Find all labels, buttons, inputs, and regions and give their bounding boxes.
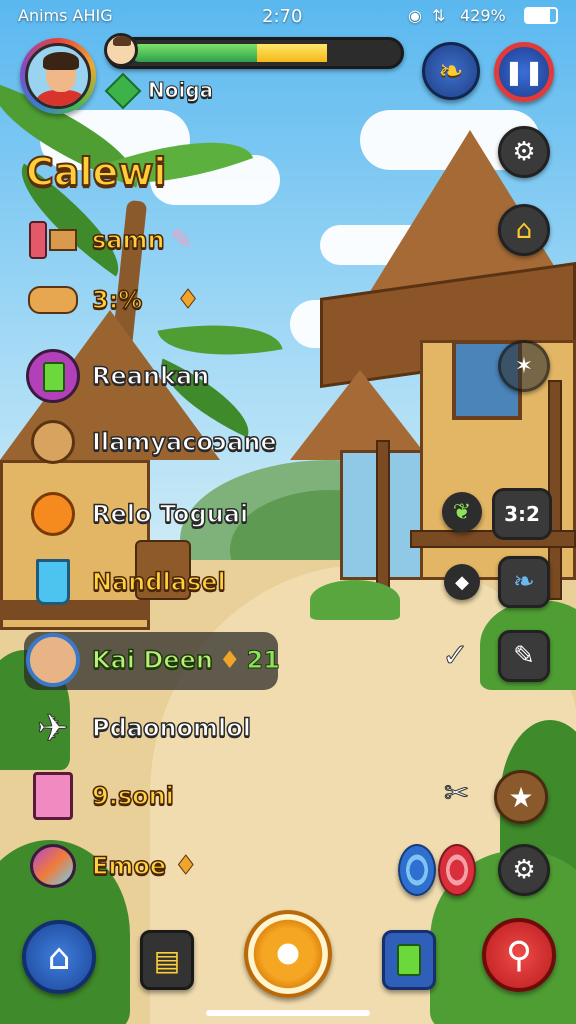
menu-item[interactable]: 9.soni — [24, 766, 175, 826]
menu-item-label: samn — [91, 225, 165, 255]
red-token-icon[interactable] — [438, 844, 476, 896]
currency-label: Noiga — [147, 78, 214, 103]
location-icon: ◉ — [408, 6, 422, 25]
menu-item-label: Ilamyacoɔane — [91, 427, 277, 457]
kite-icon: ✈ — [37, 706, 70, 751]
menu-item[interactable]: Relo Toguai — [24, 484, 249, 544]
sparkle-button[interactable]: ✶ — [498, 340, 550, 392]
menu-item[interactable]: Reankan — [24, 346, 210, 406]
candy-icon — [24, 837, 82, 895]
menu-item-label: Kai Deen — [91, 645, 213, 675]
favorite-button[interactable]: ★ — [494, 770, 548, 824]
check-icon[interactable]: ✓ — [442, 636, 470, 675]
menu-item[interactable]: samn ✎ — [24, 210, 192, 270]
menu-item[interactable]: Nandlasel — [24, 552, 227, 612]
wing-boost-button[interactable]: ❧ — [422, 42, 480, 100]
star-icon: ★ — [508, 780, 534, 814]
chat-button[interactable]: ✎ — [498, 630, 550, 682]
home-button[interactable]: ⌂ — [22, 920, 96, 994]
center-action-button[interactable] — [244, 910, 332, 998]
fries-icon: ▤ — [153, 943, 181, 977]
bottle-icon — [24, 211, 82, 269]
golden-wing-icon: ❧ — [438, 53, 464, 89]
counter-badge: 3:2 — [492, 488, 552, 540]
pause-button[interactable]: ❚❚ — [494, 42, 554, 102]
home-icon: ⌂ — [47, 936, 71, 978]
mini-avatar-icon — [104, 33, 138, 67]
coin-drop-icon: ♦ — [174, 851, 198, 882]
green-cup-icon — [24, 347, 82, 405]
search-icon: ⚲ — [505, 934, 533, 976]
options-button[interactable]: ⚙ — [498, 844, 550, 896]
fries-button[interactable]: ▤ — [140, 930, 194, 990]
home-indicator[interactable] — [206, 1010, 370, 1016]
menu-item-label: Nandlasel — [91, 567, 226, 597]
leaf-icon: ❦ — [452, 499, 472, 525]
upgrade-button[interactable]: ⌂ — [498, 204, 550, 256]
signal-icon: ⇅ — [432, 6, 446, 25]
gift-bag-icon — [24, 767, 82, 825]
menu-item-label: Relo Toguai — [91, 499, 249, 529]
coin-drop-icon: ♦ — [176, 285, 200, 316]
coin-drop-icon: ♦ — [218, 646, 241, 674]
menu-item[interactable]: 3:% ♦ — [24, 270, 200, 330]
orange-fruit-icon — [24, 485, 82, 543]
gear-icon: ⚙ — [512, 855, 536, 885]
menu-item-label: 3:% — [91, 285, 143, 315]
settings-button[interactable]: ⚙ — [498, 126, 550, 178]
menu-item-label: Pdaonomlol — [91, 713, 251, 743]
character-avatar-icon — [24, 631, 82, 689]
menu-title: Calewi — [25, 149, 167, 195]
sparkle-icon: ✶ — [514, 353, 534, 379]
green-cup-icon — [397, 944, 421, 976]
pencil-icon: ✎ — [170, 225, 193, 255]
bread-icon — [24, 271, 82, 329]
player-avatar[interactable] — [20, 38, 96, 114]
menu-item-selected[interactable]: Kai Deen ♦ 21 — [24, 630, 280, 690]
tools-icon[interactable]: ✂ — [443, 776, 469, 812]
menu-item[interactable]: Emoe ♦ — [24, 836, 198, 896]
battery-percent: 429% — [460, 6, 506, 25]
shop-button[interactable] — [382, 930, 436, 990]
drink-glass-icon — [24, 553, 82, 611]
menu-item-extra: 21 — [246, 646, 280, 675]
gear-icon: ⚙ — [512, 137, 536, 167]
menu-item[interactable]: ✈ Pdaonomlol — [24, 698, 252, 758]
menu-item-label: Reankan — [91, 361, 210, 391]
menu-item-label: 9.soni — [91, 781, 174, 811]
xp-progress-bar — [106, 37, 404, 69]
battery-icon — [524, 7, 558, 24]
menu-item[interactable]: Ilamyacoɔane — [24, 412, 277, 472]
drop-icon: ◆ — [455, 571, 469, 593]
up-arrow-icon: ⌂ — [515, 215, 533, 245]
carrier-label: Anims AHIG — [18, 6, 113, 25]
monkey-icon — [24, 413, 82, 471]
pause-icon: ❚❚ — [503, 58, 545, 86]
feather-button[interactable]: ❧ — [498, 556, 550, 608]
speech-bubble-icon: ✎ — [513, 641, 535, 671]
status-bar: Anims AHIG 2:70 ◉ ⇅ 429% — [0, 0, 576, 32]
clock: 2:70 — [262, 6, 303, 27]
drop-button[interactable]: ◆ — [444, 564, 480, 600]
feather-icon: ❧ — [513, 567, 535, 597]
leaf-button[interactable]: ❦ — [442, 492, 482, 532]
menu-item-label: Emoe — [91, 851, 167, 881]
search-button[interactable]: ⚲ — [482, 918, 556, 992]
blue-token-icon[interactable] — [398, 844, 436, 896]
